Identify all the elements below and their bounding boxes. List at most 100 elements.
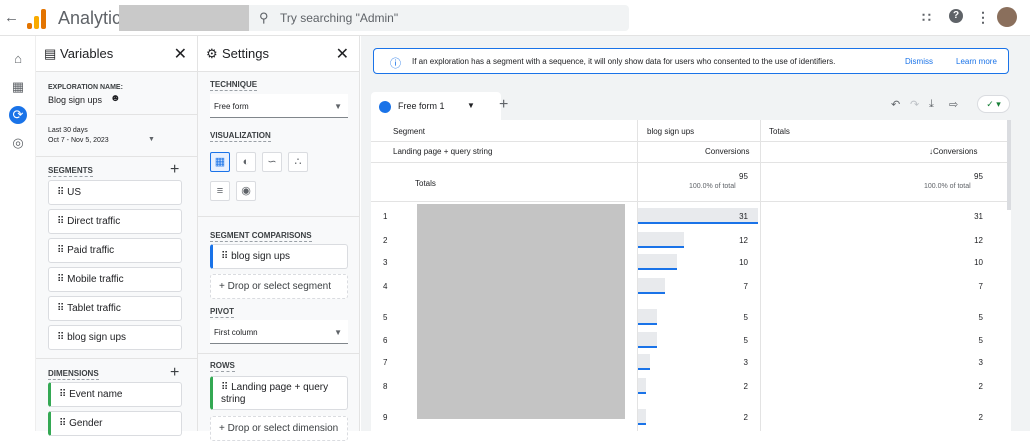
row-value-bar xyxy=(638,378,646,394)
segment-chip[interactable]: ⠿ Paid traffic xyxy=(48,238,182,263)
more-vert-icon[interactable]: ⋮ xyxy=(976,9,990,26)
drop-dimension-target[interactable]: + Drop or select dimension xyxy=(210,416,348,441)
top-bar: ← Analytics ⚲ Try searching "Admin" ∷ ? … xyxy=(0,0,1030,36)
variables-title: Variables xyxy=(60,46,114,61)
date-range-label: Last 30 days xyxy=(48,127,88,134)
totals-pct: 100.0% of total xyxy=(689,183,736,190)
info-icon: ⓘ xyxy=(390,58,401,70)
metric-header[interactable]: Conversions xyxy=(705,147,749,156)
technique-label: TECHNIQUE xyxy=(210,80,258,91)
visualization-label: VISUALIZATION xyxy=(210,131,271,142)
advertising-icon[interactable]: ◎ xyxy=(9,134,27,152)
chevron-down-icon[interactable]: ▼ xyxy=(148,136,155,143)
row-total: 2 xyxy=(978,382,983,391)
totals-label: Totals xyxy=(415,179,436,188)
reports-icon[interactable]: ▦ xyxy=(9,78,27,96)
segment-comparison-chip[interactable]: ⠿ blog sign ups xyxy=(210,244,348,269)
row-number: 3 xyxy=(383,258,388,267)
drop-segment-target[interactable]: + Drop or select segment xyxy=(210,274,348,299)
search-icon: ⚲ xyxy=(259,10,269,25)
settings-panel: ⚙ Settings ✕ TECHNIQUE Free form ▼ VISUAL… xyxy=(198,36,360,441)
close-icon[interactable]: ✕ xyxy=(174,44,187,64)
row-number: 7 xyxy=(383,358,388,367)
dimension-header[interactable]: Landing page + query string xyxy=(393,147,492,156)
search-bar[interactable]: ⚲ Try searching "Admin" xyxy=(249,5,629,31)
rows-label: ROWS xyxy=(210,361,235,372)
variables-icon: ▤ xyxy=(44,46,57,61)
row-value: 5 xyxy=(743,313,748,322)
row-value: 3 xyxy=(743,358,748,367)
download-icon[interactable]: ⤓ xyxy=(929,98,934,111)
row-number: 6 xyxy=(383,336,388,345)
exploration-name-label: EXPLORATION NAME: xyxy=(48,84,123,91)
dimension-chip[interactable]: ⠿ Event name xyxy=(48,382,182,407)
tab-label: Free form 1 xyxy=(398,101,445,111)
dimension-chip[interactable]: ⠿ Gender xyxy=(48,411,182,436)
row-total: 7 xyxy=(978,282,983,291)
technique-select[interactable]: Free form ▼ xyxy=(210,94,348,118)
row-number: 5 xyxy=(383,313,388,322)
explore-icon[interactable]: ⟳ xyxy=(9,106,27,124)
back-arrow-icon[interactable]: ← xyxy=(4,9,19,26)
dismiss-link[interactable]: Dismiss xyxy=(905,57,933,66)
bar-viz-icon[interactable]: ≡ xyxy=(210,181,230,201)
apps-icon[interactable]: ∷ xyxy=(922,9,931,26)
table-viz-icon[interactable]: ▦ xyxy=(210,152,230,172)
home-icon[interactable]: ⌂ xyxy=(9,50,27,68)
avatar[interactable] xyxy=(997,7,1017,27)
totals-pct-2: 100.0% of total xyxy=(924,183,971,190)
donut-viz-icon[interactable]: ◐ xyxy=(236,152,256,172)
row-number: 1 xyxy=(383,212,388,221)
totals-value: 95 xyxy=(739,172,748,181)
segment-chip[interactable]: ⠿ Tablet traffic xyxy=(48,296,182,321)
totals-col-header: Totals xyxy=(769,127,790,136)
segments-label: SEGMENTS xyxy=(48,166,93,177)
exploration-canvas: ⓘ If an exploration has a segment with a… xyxy=(361,36,1030,431)
row-total: 5 xyxy=(978,313,983,322)
close-icon[interactable]: ✕ xyxy=(336,44,349,64)
row-value-bar xyxy=(638,309,657,325)
share-icon[interactable]: ⇨ xyxy=(949,98,958,111)
scatter-viz-icon[interactable]: ∴ xyxy=(288,152,308,172)
tab-free-form-1[interactable]: Free form 1 ▼ xyxy=(371,92,501,122)
variables-panel: ▤ Variables ✕ EXPLORATION NAME: Blog sig… xyxy=(36,36,198,436)
data-table: Segment blog sign ups Totals Landing pag… xyxy=(371,120,1011,431)
row-number: 9 xyxy=(383,413,388,422)
chevron-down-icon[interactable]: ▼ xyxy=(467,101,475,110)
segment-chip[interactable]: ⠿ blog sign ups xyxy=(48,325,182,350)
scrollbar[interactable] xyxy=(1007,120,1011,210)
help-icon[interactable]: ? xyxy=(949,9,963,23)
learn-more-link[interactable]: Learn more xyxy=(956,57,997,66)
row-number: 8 xyxy=(383,382,388,391)
segment-chip[interactable]: ⠿ US xyxy=(48,180,182,205)
geo-viz-icon[interactable]: ◉ xyxy=(236,181,256,201)
people-icon: ☻ xyxy=(110,93,121,104)
info-text: If an exploration has a segment with a s… xyxy=(412,57,836,66)
status-check-icon[interactable]: ✓ ▾ xyxy=(977,95,1010,113)
row-number: 4 xyxy=(383,282,388,291)
undo-icon[interactable]: ↶ xyxy=(891,98,900,111)
metric-header-totals[interactable]: ↓Conversions xyxy=(929,147,977,156)
row-total: 5 xyxy=(978,336,983,345)
redo-icon[interactable]: ↷ xyxy=(910,98,919,111)
account-selector[interactable] xyxy=(119,5,249,31)
pencil-icon xyxy=(379,101,391,113)
variables-header: ▤ Variables ✕ xyxy=(36,36,197,72)
row-value: 7 xyxy=(743,282,748,291)
add-dimension-icon[interactable]: + xyxy=(170,364,179,382)
dimensions-label: DIMENSIONS xyxy=(48,369,99,380)
row-value-bar xyxy=(638,409,646,425)
row-value: 2 xyxy=(743,382,748,391)
add-segment-icon[interactable]: + xyxy=(170,161,179,179)
segment-chip[interactable]: ⠿ Direct traffic xyxy=(48,209,182,234)
row-total: 31 xyxy=(974,212,983,221)
date-range[interactable]: Oct 7 - Nov 5, 2023 xyxy=(48,137,109,144)
add-tab-icon[interactable]: + xyxy=(499,96,508,114)
exploration-name[interactable]: Blog sign ups xyxy=(48,95,102,105)
line-viz-icon[interactable]: ∽ xyxy=(262,152,282,172)
row-dimension-chip[interactable]: ⠿ Landing page + query string xyxy=(210,376,348,410)
pivot-select[interactable]: First column ▼ xyxy=(210,320,348,344)
segment-comparisons-label: SEGMENT COMPARISONS xyxy=(210,231,312,242)
segment-chip[interactable]: ⠿ Mobile traffic xyxy=(48,267,182,292)
settings-title: Settings xyxy=(222,46,269,61)
